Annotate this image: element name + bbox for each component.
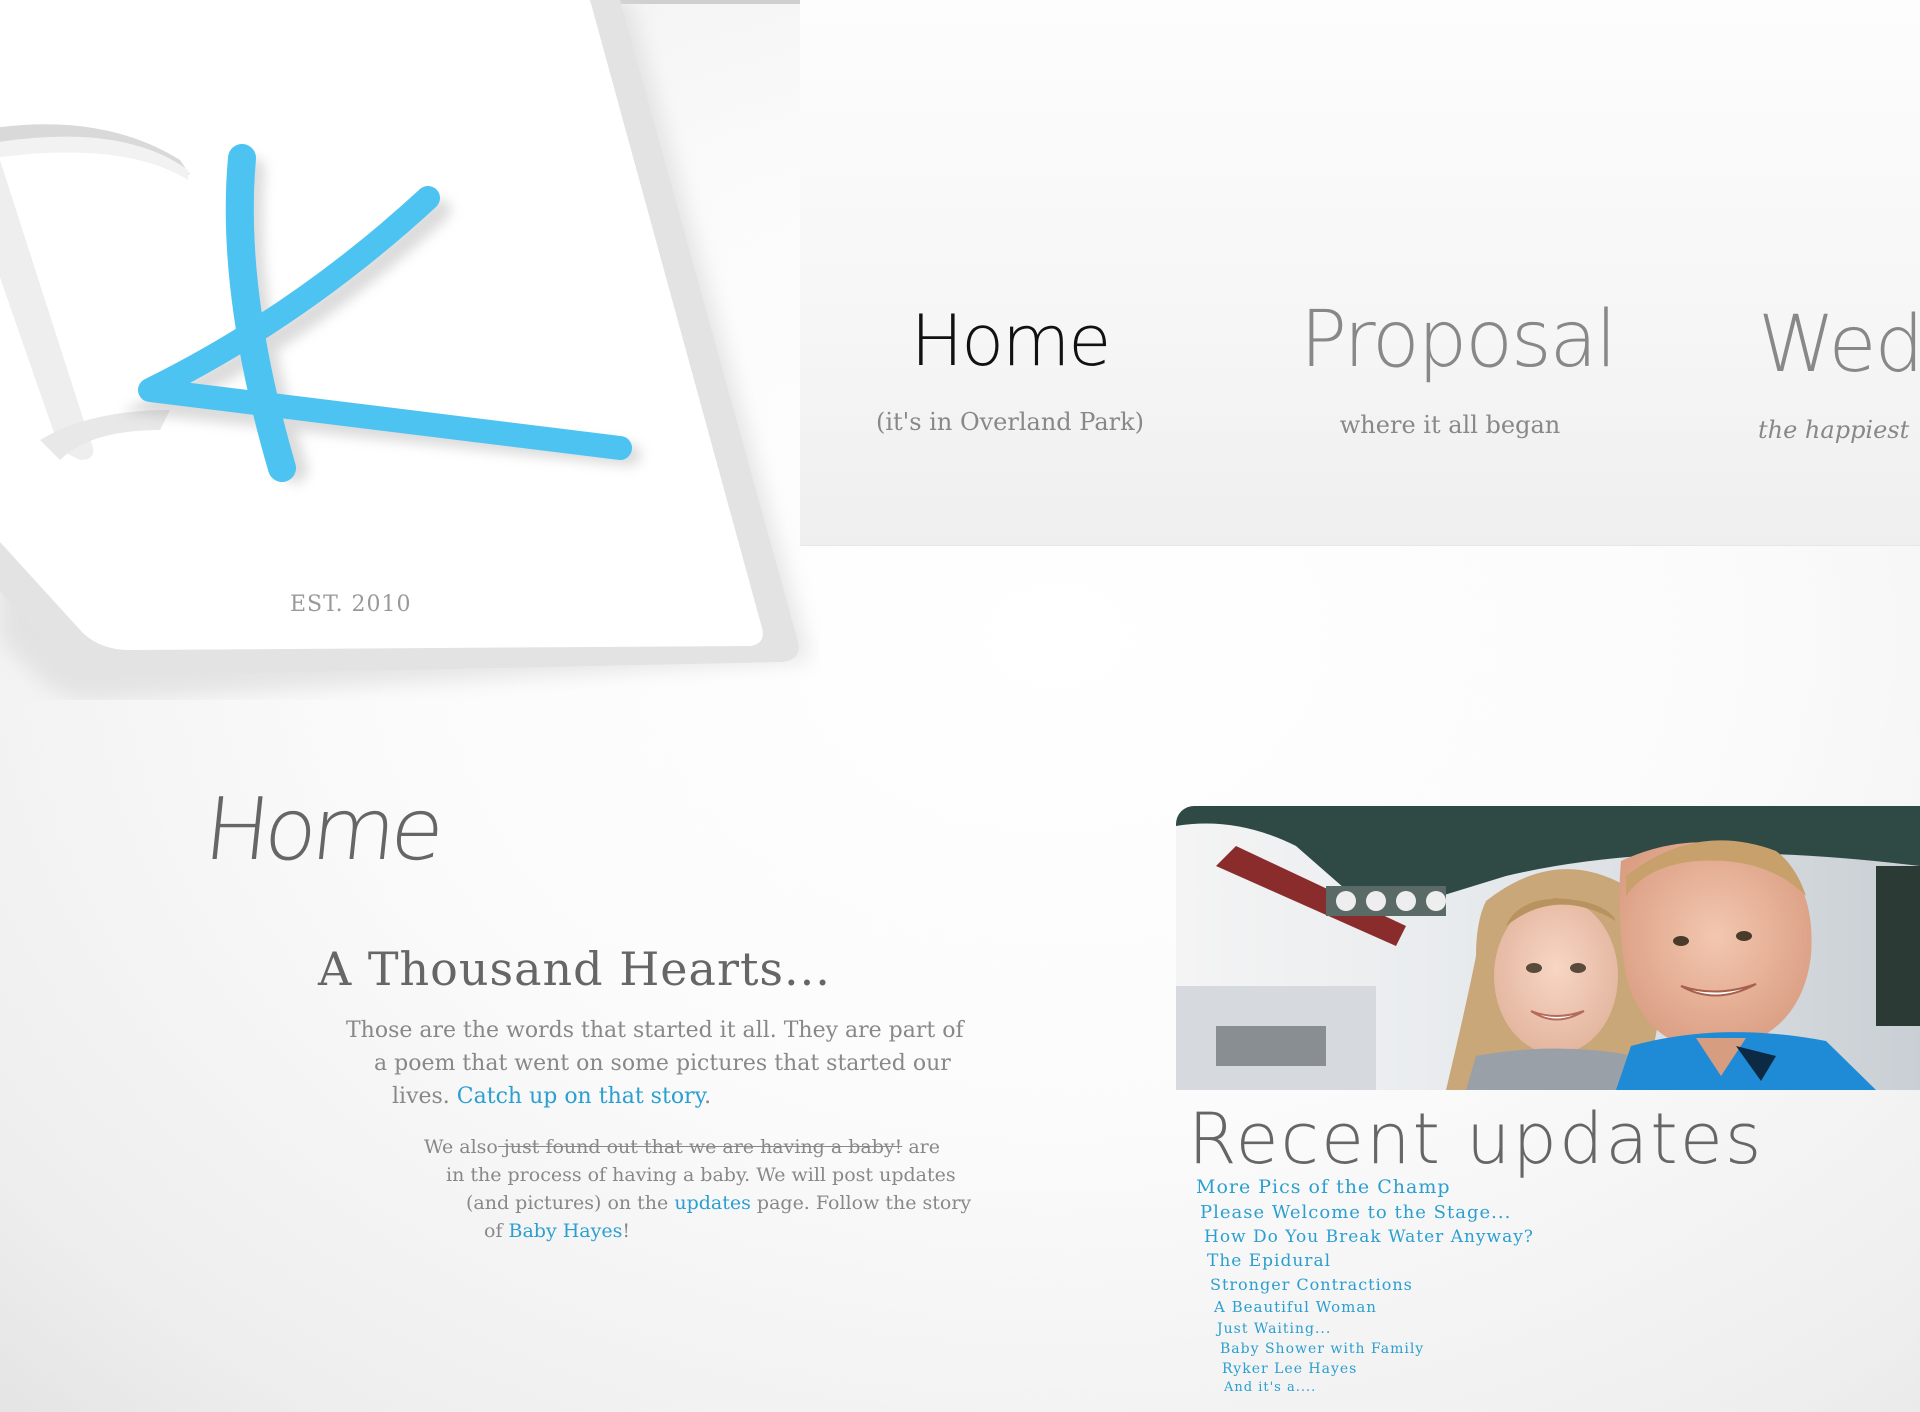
update-link[interactable]: Baby Shower with Family [1220, 1341, 1424, 1357]
nav-bar [800, 0, 1920, 546]
list-item: Ryker Lee Hayes [1222, 1362, 1534, 1376]
baby-line-1: We also just found out that we are havin… [424, 1136, 940, 1158]
update-link[interactable]: More Pics of the Champ [1196, 1176, 1451, 1198]
update-link[interactable]: How Do You Break Water Anyway? [1204, 1227, 1534, 1247]
nav-wedding-subtitle: the happiest [1758, 416, 1910, 444]
struck-text: just found out that we are having a baby… [497, 1136, 903, 1158]
baby-line-3b: page. Follow the story [750, 1192, 972, 1214]
site-logo[interactable]: EST. 2010 [0, 0, 820, 700]
page-title: Home [199, 780, 445, 880]
update-link[interactable]: Just Waiting... [1217, 1321, 1331, 1337]
nav-item-home[interactable]: Home (it's in Overland Park) [860, 300, 1160, 436]
nav-proposal-title: Proposal [1300, 295, 1617, 385]
intro-line-1: Those are the words that started it all.… [346, 1018, 964, 1043]
update-link[interactable]: Please Welcome to the Stage... [1200, 1202, 1511, 1223]
list-item: The Epidural [1207, 1253, 1534, 1270]
baby-text-start: We also [424, 1136, 498, 1158]
baby-line-4b: ! [622, 1220, 631, 1242]
baby-line-3a: (and pictures) on the [466, 1192, 675, 1214]
list-item: Baby Shower with Family [1220, 1342, 1534, 1356]
baby-line-4a: of [484, 1220, 509, 1242]
baby-text-are: are [902, 1136, 940, 1158]
article-headline: A Thousand Hearts... [318, 942, 831, 996]
intro-line-3-end: . [704, 1084, 712, 1109]
recent-updates-list: More Pics of the Champ Please Welcome to… [1196, 1178, 1534, 1395]
update-link[interactable]: Ryker Lee Hayes [1222, 1361, 1357, 1377]
baby-line-3: (and pictures) on the updates page. Foll… [424, 1189, 1144, 1217]
list-item: Just Waiting... [1217, 1322, 1534, 1336]
list-item: A Beautiful Woman [1214, 1300, 1534, 1315]
list-item: And it's a.... [1224, 1381, 1534, 1394]
list-item: More Pics of the Champ [1196, 1178, 1534, 1197]
list-item: How Do You Break Water Anyway? [1204, 1229, 1534, 1246]
nav-item-proposal[interactable]: Proposal where it all began [1300, 295, 1617, 439]
update-link[interactable]: The Epidural [1207, 1251, 1331, 1271]
nav-wedding-title: Wedd [1758, 300, 1920, 390]
logo-est-label: EST. 2010 [290, 592, 412, 617]
catch-up-story-link[interactable]: Catch up on that story [457, 1084, 704, 1109]
intro-line-3-text: lives. [392, 1084, 457, 1109]
intro-line-3: lives. Catch up on that story. [346, 1080, 1146, 1113]
baby-paragraph: We also just found out that we are havin… [424, 1133, 1144, 1245]
nav-proposal-subtitle: where it all began [1339, 411, 1561, 439]
intro-paragraph: Those are the words that started it all.… [346, 1014, 1146, 1113]
update-link[interactable]: A Beautiful Woman [1214, 1298, 1377, 1316]
nav-home-subtitle: (it's in Overland Park) [875, 408, 1145, 436]
list-item: Stronger Contractions [1210, 1277, 1534, 1293]
baby-hayes-link[interactable]: Baby Hayes [509, 1220, 623, 1242]
intro-line-2: a poem that went on some pictures that s… [374, 1051, 951, 1076]
baby-line-4: of Baby Hayes! [424, 1217, 1144, 1245]
nav-home-title: Home [910, 300, 1112, 382]
update-link[interactable]: And it's a.... [1224, 1380, 1316, 1395]
recent-updates-heading: Recent updates [1188, 1098, 1764, 1180]
updates-link[interactable]: updates [674, 1192, 751, 1214]
update-link[interactable]: Stronger Contractions [1210, 1275, 1413, 1294]
baby-line-2: in the process of having a baby. We will… [446, 1164, 956, 1186]
couple-photo [1176, 806, 1920, 1090]
list-item: Please Welcome to the Stage... [1200, 1204, 1534, 1222]
nav-item-wedding[interactable]: Wedd the happiest [1758, 300, 1920, 444]
